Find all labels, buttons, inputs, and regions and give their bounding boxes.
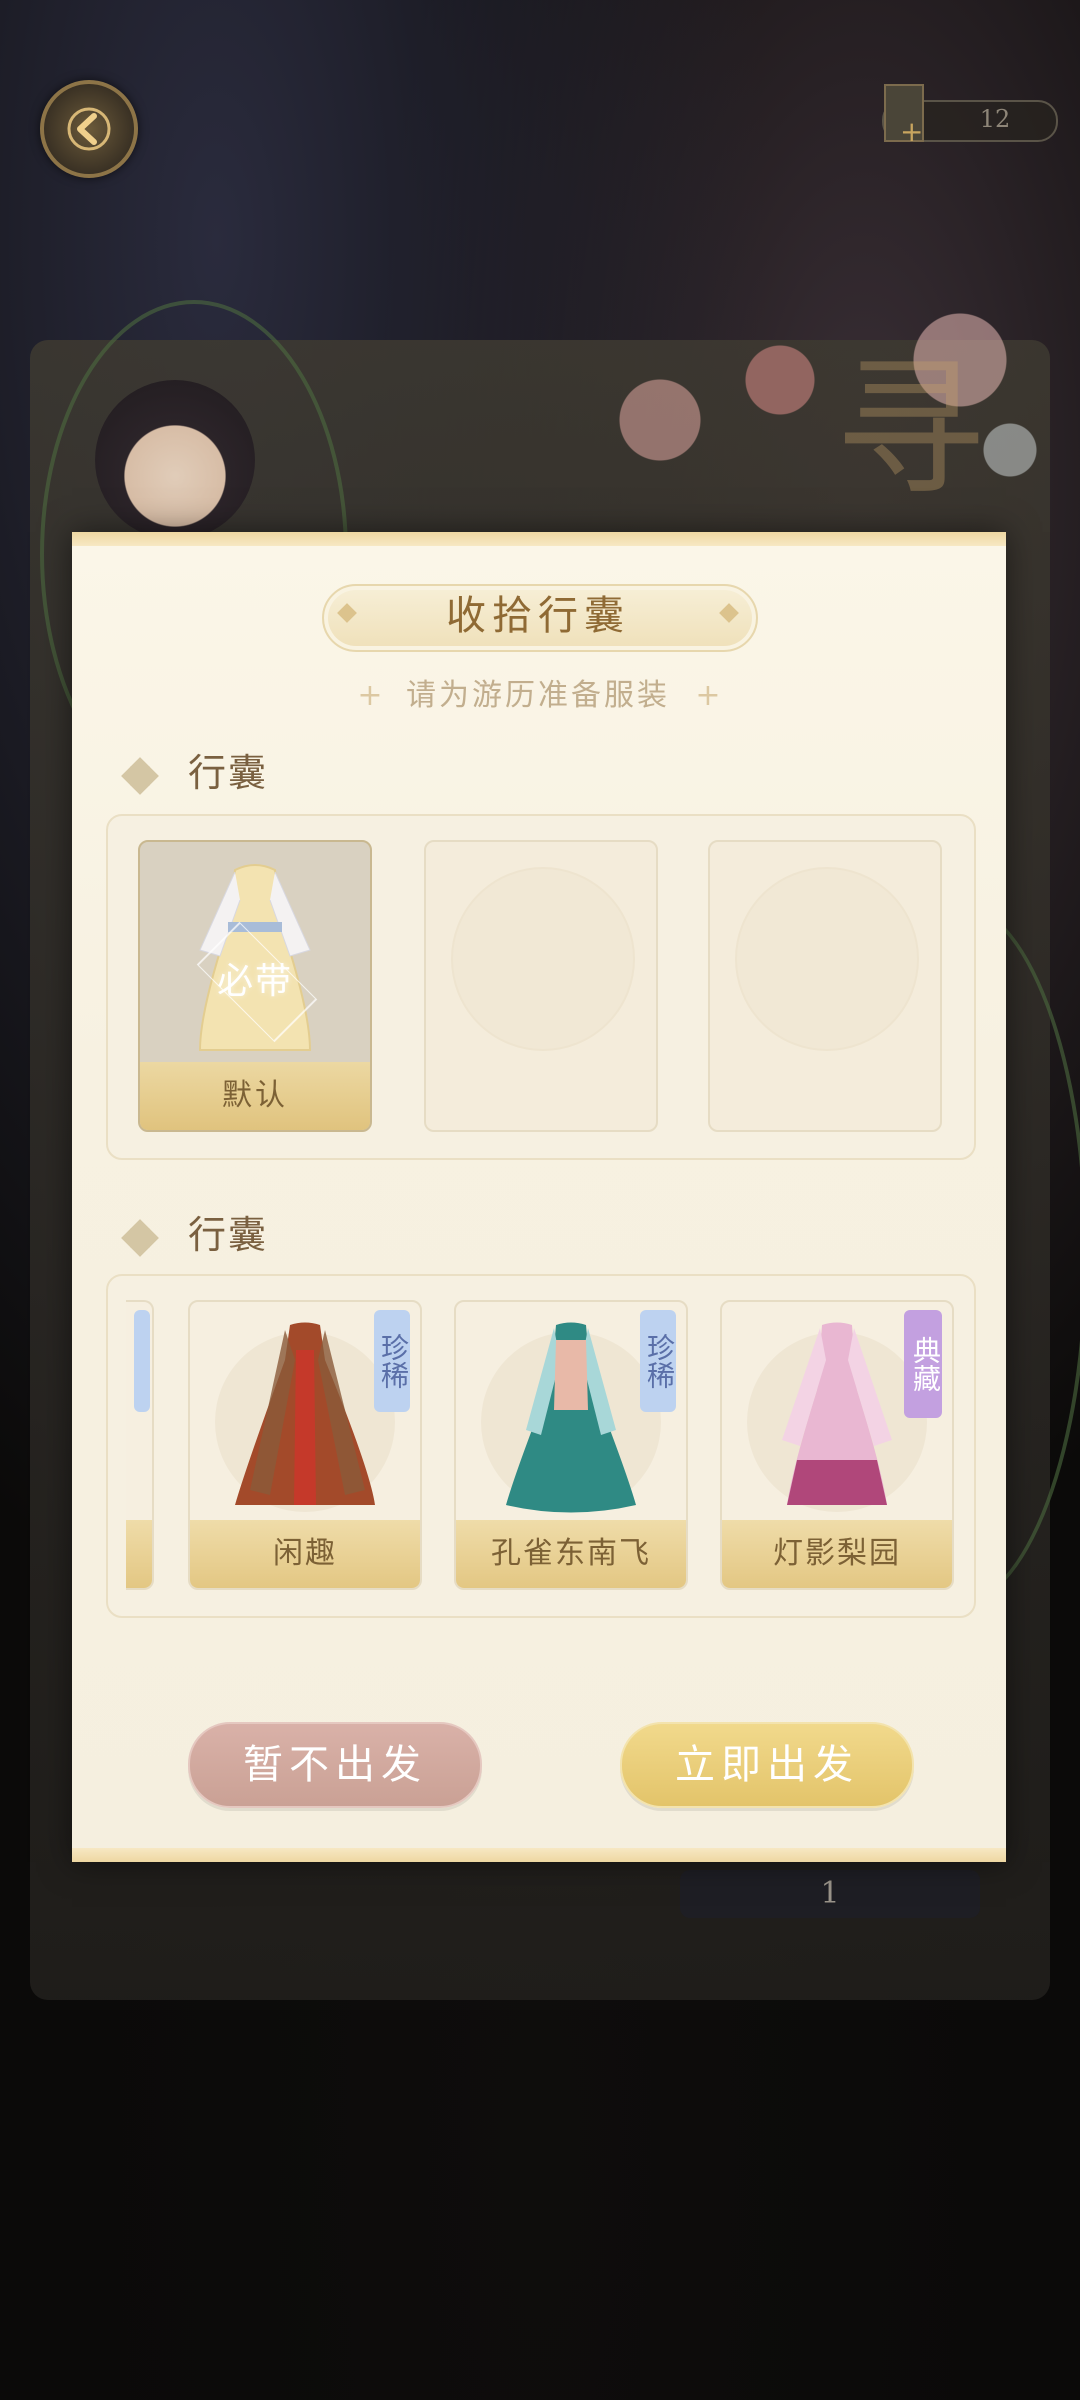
empty-slot-icon [451,867,635,1051]
card-label: 闲趣 [190,1520,420,1588]
card-label: 孔雀东南飞 [456,1520,686,1588]
packed-slot-default[interactable]: 必带 默认 [138,840,372,1132]
wardrobe-card[interactable]: 典藏 灯影梨园 [720,1300,954,1590]
card-label-bar [126,1520,152,1588]
packed-slot-empty[interactable] [424,840,658,1132]
dialog-title: 收拾行囊 [446,593,630,639]
peacock-dress-icon [506,1322,636,1513]
back-arrow-icon [67,107,111,151]
book-cover-glyph: 寻 [834,343,985,517]
diamond-cluster-icon [121,1219,159,1257]
back-button[interactable] [40,80,138,178]
card-label: 灯影梨园 [722,1520,952,1588]
dialog-bottom-edge [72,1848,1006,1862]
page-counter: 1 [680,1870,980,1918]
empty-slot-icon [735,867,919,1051]
add-currency-button[interactable]: + [900,118,923,146]
pack-luggage-dialog [72,532,1006,1862]
wardrobe-card-partial[interactable]: 珍稀 [126,1300,154,1590]
wardrobe-card[interactable]: 珍稀 孔雀东南飞 [454,1300,688,1590]
depart-now-button[interactable]: 立即出发 [620,1722,914,1808]
pink-lantern-dress-icon [782,1322,892,1505]
avatar [95,380,255,540]
slot-label: 默认 [140,1062,370,1130]
red-brown-dress-icon [235,1322,375,1505]
section-title-wardrobe: 行囊 [188,1213,269,1257]
cancel-depart-button[interactable]: 暂不出发 [188,1722,482,1808]
currency-value: 12 [979,105,1011,133]
section-title-packed: 行囊 [188,751,269,795]
packed-slot-empty[interactable] [708,840,942,1132]
rarity-badge: 珍稀 [640,1310,676,1412]
plus-deco-icon: + [695,678,721,713]
rarity-badge: 珍稀 [134,1310,150,1412]
rarity-badge: 珍稀 [374,1310,410,1412]
diamond-cluster-icon [121,757,159,795]
rarity-badge: 典藏 [904,1310,942,1418]
must-bring-badge: 必带 [216,961,293,1002]
dialog-top-edge [72,532,1006,546]
wardrobe-card[interactable]: 珍稀 闲趣 [188,1300,422,1590]
